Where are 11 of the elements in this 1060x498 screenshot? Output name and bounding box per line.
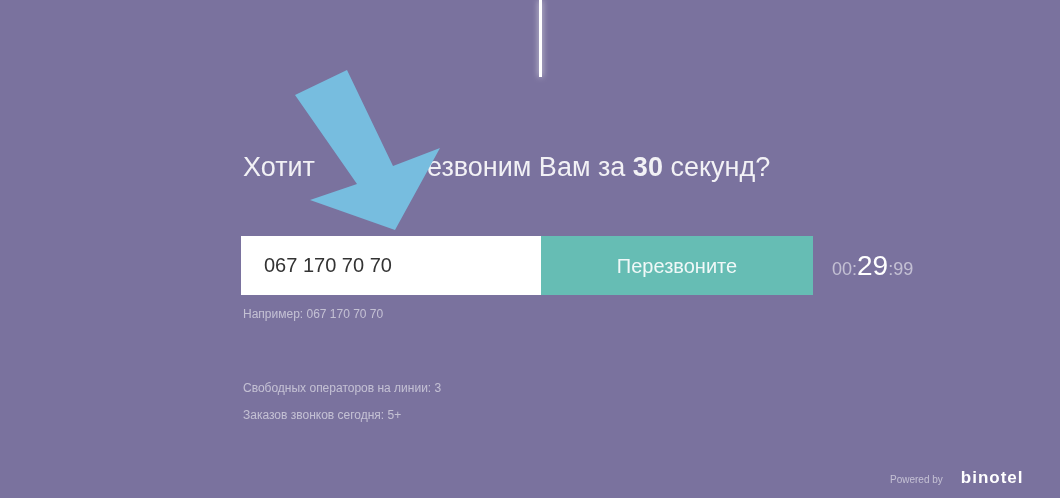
brand-link[interactable]: binotel — [960, 465, 1024, 491]
phone-input-field[interactable]: 067 170 70 70 — [241, 236, 541, 295]
heading-text: Хотит — [243, 151, 315, 184]
stat-text: Заказов звонков сегодня: 5+ — [243, 407, 402, 424]
timer-minutes: 00: — [832, 257, 858, 281]
timer-seconds: 29 — [857, 248, 889, 283]
powered-by-text: Powered by — [890, 473, 943, 487]
timer-hundredths: :99 — [888, 257, 914, 281]
stat-text: Свободных операторов на линии: 3 — [243, 380, 442, 397]
example-hint-text: Например: 067 170 70 70 — [243, 306, 384, 323]
heading-text: езвоним Вам за 30 секунд? — [426, 151, 771, 184]
